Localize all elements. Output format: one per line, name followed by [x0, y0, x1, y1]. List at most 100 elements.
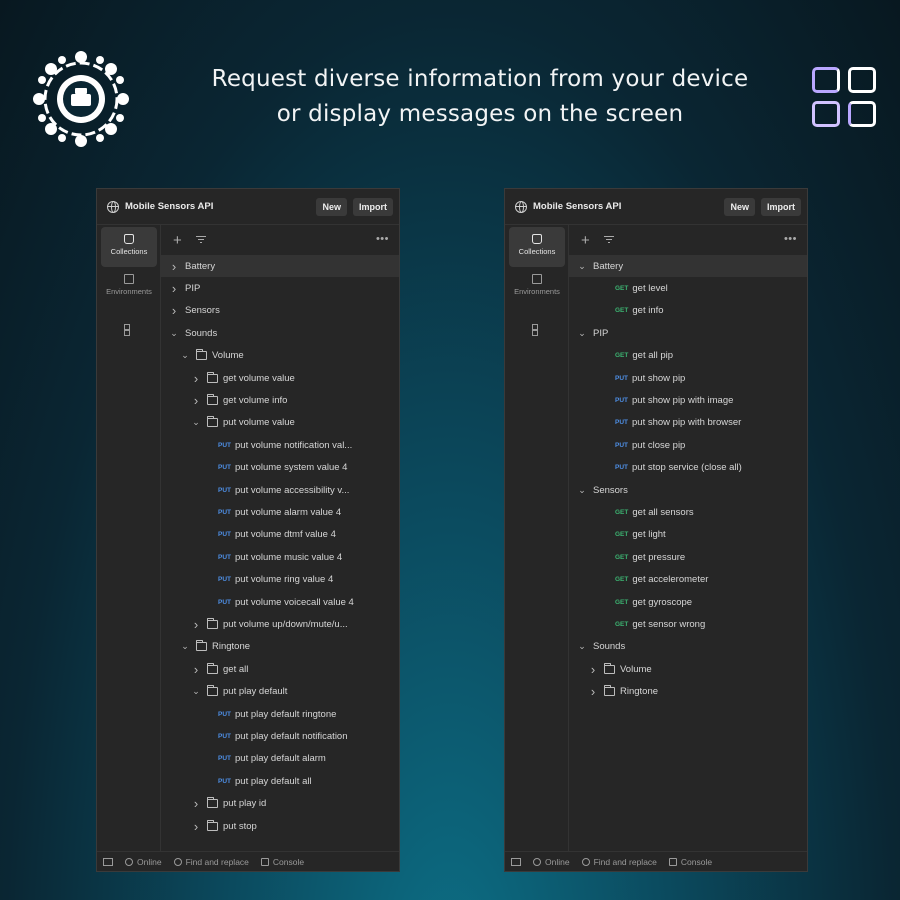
request-item[interactable]: PUT put volume accessibility v... — [161, 479, 399, 501]
tree-item-label: get level — [632, 282, 668, 294]
request-item[interactable]: PUT put show pip — [569, 367, 807, 389]
request-item[interactable]: PUT put show pip with image — [569, 389, 807, 411]
sidebar-item-environments[interactable]: Environments — [509, 267, 565, 307]
sidebar-item-configure[interactable] — [509, 317, 565, 357]
status-find-replace[interactable]: Find and replace — [173, 857, 249, 867]
import-button[interactable]: Import — [761, 197, 801, 216]
request-item[interactable]: GET get light — [569, 524, 807, 546]
toggle-sidebar-icon[interactable] — [511, 857, 521, 866]
folder-item[interactable]: › put volume up/down/mute/u... — [161, 613, 399, 635]
http-method-badge: PUT — [218, 755, 231, 763]
request-item[interactable]: GET get all sensors — [569, 501, 807, 523]
chevron-down-icon[interactable]: ⌄ — [191, 417, 201, 428]
new-button[interactable]: New — [316, 197, 347, 216]
chevron-down-icon[interactable]: ⌄ — [191, 686, 201, 697]
request-item[interactable]: PUT put volume dtmf value 4 — [161, 524, 399, 546]
chevron-right-icon[interactable]: › — [588, 684, 598, 699]
request-item[interactable]: PUT put play default all — [161, 770, 399, 792]
request-item[interactable]: PUT put volume music value 4 — [161, 546, 399, 568]
sidebar-item-collections[interactable]: Collections — [101, 227, 157, 267]
request-item[interactable]: PUT put volume ring value 4 — [161, 569, 399, 591]
folder-icon — [604, 662, 615, 674]
status-online[interactable]: Online — [533, 857, 570, 867]
request-item[interactable]: PUT put play default notification — [161, 725, 399, 747]
chevron-right-icon[interactable]: › — [191, 662, 201, 677]
collection-item[interactable]: ⌄ Sounds — [569, 636, 807, 658]
request-item[interactable]: PUT put volume voicecall value 4 — [161, 591, 399, 613]
collection-item[interactable]: › PIP — [161, 277, 399, 299]
folder-item[interactable]: ⌄ put play default — [161, 681, 399, 703]
request-item[interactable]: GET get info — [569, 300, 807, 322]
more-options-icon[interactable]: ••• — [376, 233, 389, 245]
folder-item[interactable]: › Ringtone — [569, 681, 807, 703]
request-item[interactable]: PUT put play default alarm — [161, 748, 399, 770]
request-item[interactable]: GET get level — [569, 277, 807, 299]
collections-icon — [532, 234, 542, 244]
folder-item[interactable]: › Volume — [569, 658, 807, 680]
chevron-right-icon[interactable]: › — [169, 303, 179, 318]
collection-item[interactable]: ⌄ Sounds — [161, 322, 399, 344]
tree-item-label: put play default alarm — [235, 753, 326, 765]
collection-item[interactable]: ⌄ Sensors — [569, 479, 807, 501]
collection-item[interactable]: ⌄ Battery — [569, 255, 807, 277]
request-item[interactable]: GET get pressure — [569, 546, 807, 568]
chevron-right-icon[interactable]: › — [191, 617, 201, 632]
new-button[interactable]: New — [724, 197, 755, 216]
request-item[interactable]: GET get gyroscope — [569, 591, 807, 613]
chevron-right-icon[interactable]: › — [191, 371, 201, 386]
filter-icon[interactable] — [603, 236, 614, 244]
more-options-icon[interactable]: ••• — [784, 233, 797, 245]
chevron-right-icon[interactable]: › — [191, 796, 201, 811]
folder-item[interactable]: › put stop — [161, 815, 399, 837]
import-button[interactable]: Import — [353, 197, 393, 216]
chevron-right-icon[interactable]: › — [588, 662, 598, 677]
request-item[interactable]: PUT put volume alarm value 4 — [161, 501, 399, 523]
status-find-replace[interactable]: Find and replace — [581, 857, 657, 867]
chevron-down-icon[interactable]: ⌄ — [180, 350, 190, 361]
sidebar-item-collections[interactable]: Collections — [509, 227, 565, 267]
chevron-down-icon[interactable]: ⌄ — [169, 328, 179, 339]
chevron-right-icon[interactable]: › — [169, 281, 179, 296]
request-item[interactable]: GET get all pip — [569, 345, 807, 367]
http-method-badge: PUT — [218, 486, 231, 494]
chevron-down-icon[interactable]: ⌄ — [577, 641, 587, 652]
request-item[interactable]: GET get accelerometer — [569, 569, 807, 591]
chevron-right-icon[interactable]: › — [169, 259, 179, 274]
chevron-down-icon[interactable]: ⌄ — [577, 328, 587, 339]
http-method-badge: GET — [615, 531, 629, 539]
folder-item[interactable]: › get all — [161, 658, 399, 680]
request-item[interactable]: GET get sensor wrong — [569, 613, 807, 635]
sidebar-item-environments[interactable]: Environments — [101, 267, 157, 307]
folder-item[interactable]: › get volume info — [161, 389, 399, 411]
http-method-badge: PUT — [218, 464, 231, 472]
collection-item[interactable]: ⌄ PIP — [569, 322, 807, 344]
toggle-sidebar-icon[interactable] — [103, 857, 113, 866]
collection-item[interactable]: › Sensors — [161, 300, 399, 322]
tree-item-label: Sounds — [593, 641, 626, 653]
folder-item[interactable]: ⌄ put volume value — [161, 412, 399, 434]
chevron-down-icon[interactable]: ⌄ — [577, 261, 587, 272]
request-item[interactable]: PUT put volume notification val... — [161, 434, 399, 456]
folder-item[interactable]: ⌄ Ringtone — [161, 636, 399, 658]
collection-item[interactable]: › Battery — [161, 255, 399, 277]
chevron-down-icon[interactable]: ⌄ — [180, 641, 190, 652]
request-item[interactable]: PUT put volume system value 4 — [161, 457, 399, 479]
folder-item[interactable]: › get volume value — [161, 367, 399, 389]
request-item[interactable]: PUT put show pip with browser — [569, 412, 807, 434]
chevron-right-icon[interactable]: › — [191, 393, 201, 408]
request-item[interactable]: PUT put stop service (close all) — [569, 457, 807, 479]
folder-item[interactable]: ⌄ Volume — [161, 345, 399, 367]
add-icon[interactable]: + — [581, 232, 590, 249]
request-item[interactable]: PUT put play default ringtone — [161, 703, 399, 725]
sidebar-item-configure[interactable] — [101, 317, 157, 357]
request-item[interactable]: PUT put close pip — [569, 434, 807, 456]
chevron-down-icon[interactable]: ⌄ — [577, 485, 587, 496]
status-online[interactable]: Online — [125, 857, 162, 867]
add-icon[interactable]: + — [173, 232, 182, 249]
chevron-right-icon[interactable]: › — [191, 819, 201, 834]
filter-icon[interactable] — [195, 236, 206, 244]
folder-item[interactable]: › put play id — [161, 793, 399, 815]
status-console[interactable]: Console — [260, 857, 304, 867]
status-console[interactable]: Console — [668, 857, 712, 867]
tree-item-label: get gyroscope — [632, 596, 693, 608]
